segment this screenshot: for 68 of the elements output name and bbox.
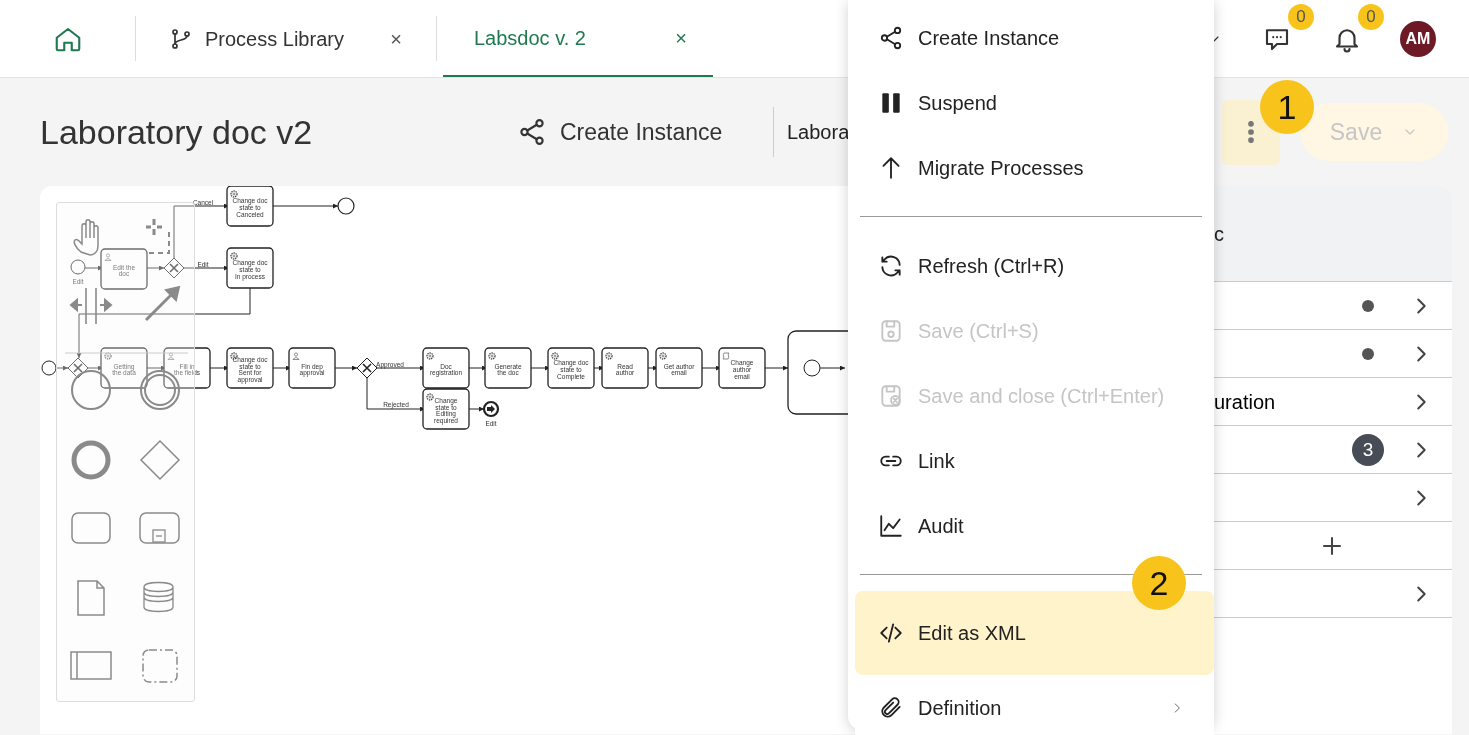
count-badge: 0	[1358, 3, 1384, 30]
gateway	[356, 357, 378, 379]
task-box	[226, 247, 274, 289]
start-event	[803, 359, 821, 377]
tab-label: Labsdoc v. 2	[474, 25, 586, 51]
group-icon[interactable]	[142, 649, 178, 683]
task-box	[226, 347, 274, 389]
task-box	[601, 347, 649, 389]
tab-label: Process Library	[205, 26, 344, 52]
lasso-icon[interactable]	[144, 217, 170, 254]
task-box	[718, 347, 766, 389]
gateway	[67, 357, 89, 379]
person-icon	[104, 253, 112, 261]
task-box	[163, 347, 211, 389]
data-store-icon[interactable]	[143, 581, 174, 613]
connect-arrow-icon[interactable]	[144, 285, 181, 322]
hand-icon[interactable]	[73, 219, 99, 256]
step-callout-tooltip: 1	[1260, 80, 1314, 134]
gear-icon	[605, 352, 613, 360]
close-button[interactable]: ×	[671, 22, 691, 53]
subprocess-icon[interactable]	[139, 512, 180, 544]
tab[interactable]: Process Library ×	[136, 0, 436, 77]
start-event-icon[interactable]	[71, 370, 111, 410]
task-box	[422, 347, 470, 389]
tab[interactable]: Labsdoc v. 2 ×	[443, 0, 713, 77]
sequence-flow	[819, 365, 846, 371]
task-box	[655, 347, 703, 389]
version-label: Labora	[787, 120, 850, 145]
person-icon	[167, 352, 175, 360]
end-event	[482, 400, 500, 418]
gear-icon	[104, 352, 112, 360]
user-avatar[interactable]: AM	[1400, 20, 1436, 57]
count-badge: 3	[1352, 433, 1384, 466]
gateway-icon[interactable]	[139, 439, 181, 481]
data-object-icon[interactable]	[77, 580, 105, 616]
gear-icon	[551, 352, 559, 360]
pool-icon[interactable]	[70, 651, 112, 680]
task-box	[100, 248, 148, 290]
start-event	[70, 259, 86, 275]
gear-icon	[426, 352, 434, 360]
kebab-icon	[1248, 121, 1254, 143]
gear-icon	[230, 252, 238, 260]
task-box	[100, 347, 148, 389]
count-badge: 0	[1288, 3, 1314, 30]
create-instance-button[interactable]: Create Instance	[517, 114, 723, 150]
row-label: uration	[1214, 389, 1276, 415]
sequence-flow	[55, 365, 69, 371]
task-box	[484, 347, 532, 389]
person-icon	[292, 352, 300, 360]
script-icon	[722, 352, 730, 360]
page-title: Laboratory doc v2	[40, 111, 314, 153]
share-icon	[878, 24, 904, 51]
task-icon[interactable]	[71, 512, 111, 544]
task-box	[547, 347, 595, 389]
branch-icon	[169, 26, 193, 51]
gear-icon	[426, 393, 434, 401]
gear-icon	[659, 352, 667, 360]
end-event-icon[interactable]	[71, 440, 111, 480]
gear-icon	[230, 190, 238, 198]
close-button[interactable]: ×	[386, 23, 406, 54]
share-icon	[517, 117, 547, 147]
end-event	[337, 197, 355, 215]
line-chart-icon	[878, 512, 904, 539]
task-box	[288, 347, 336, 389]
task-box	[422, 388, 470, 430]
space-tool-icon[interactable]	[69, 287, 113, 325]
gateway	[163, 257, 185, 279]
gear-icon	[488, 352, 496, 360]
